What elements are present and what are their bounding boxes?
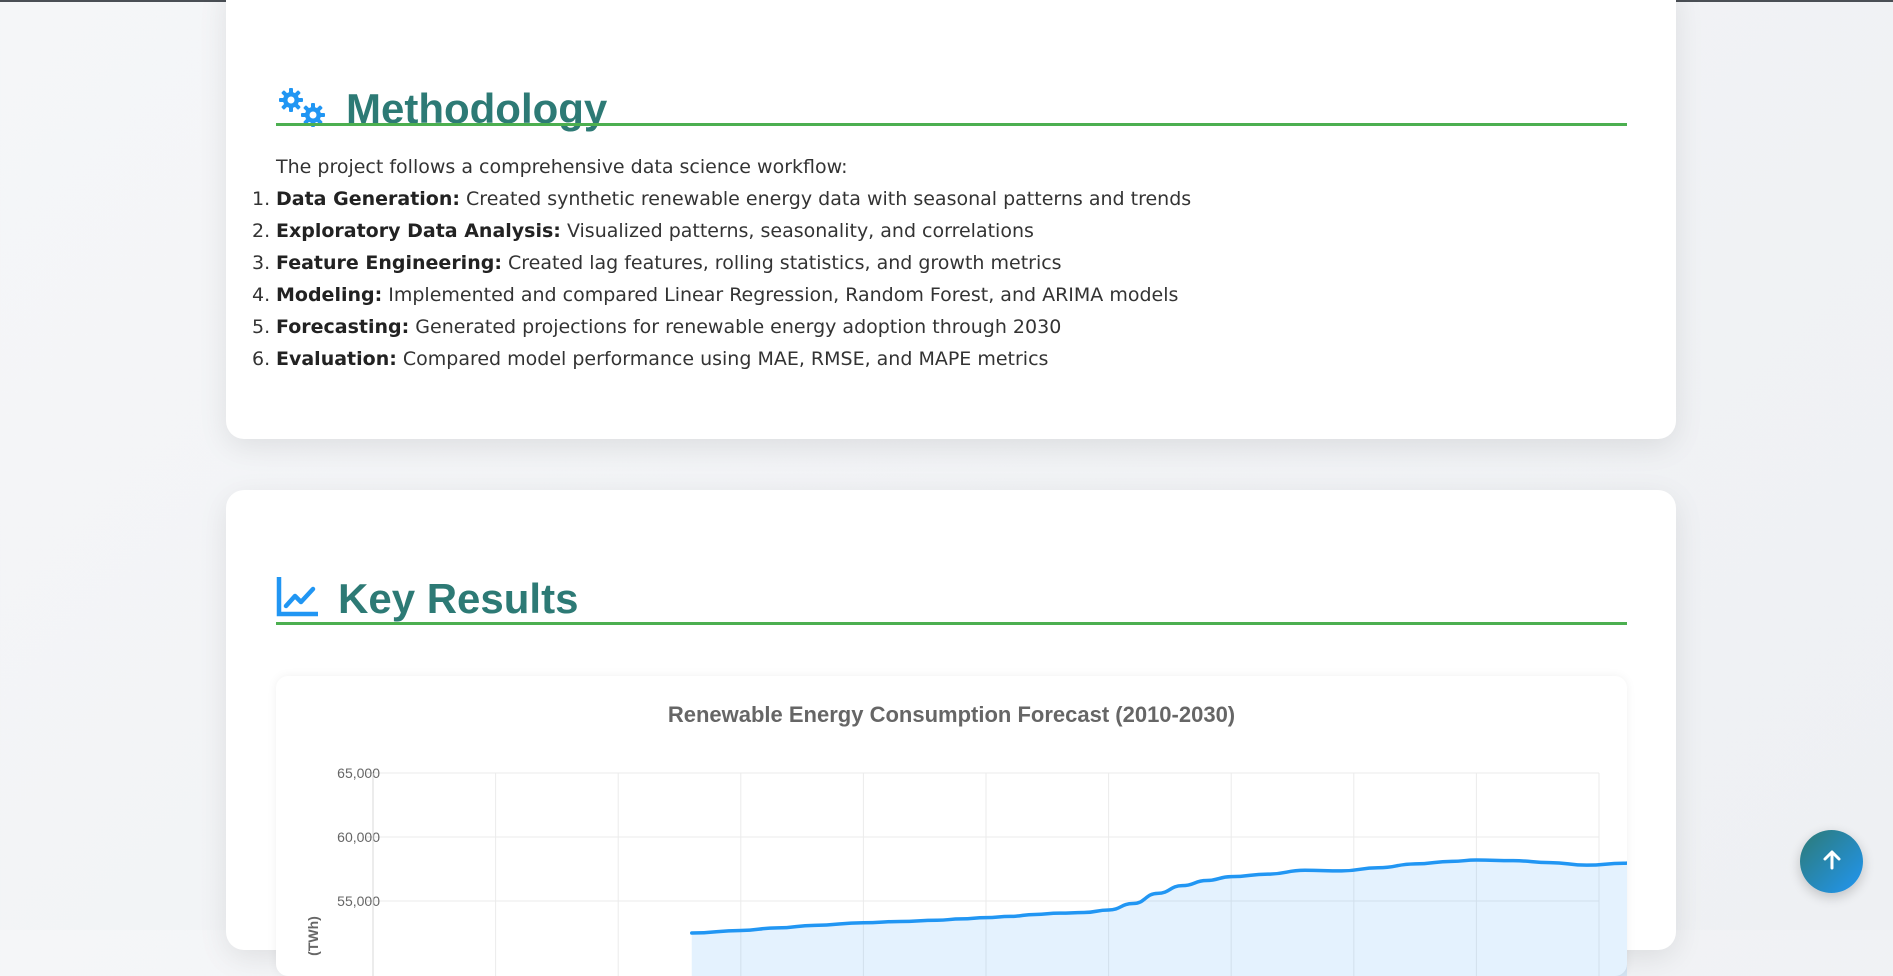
step-label: Modeling: (276, 284, 383, 306)
step-number: 4. (252, 284, 271, 306)
y-tick-label: 65,000 (337, 765, 380, 781)
step-text: Generated projections for renewable ener… (415, 316, 1062, 338)
step-label: Forecasting: (276, 316, 410, 338)
y-tick-label: 55,000 (337, 893, 380, 909)
step-number: 1. (252, 188, 271, 210)
methodology-steps-list: 1. Data Generation: Created synthetic ren… (252, 183, 1192, 375)
forecast-chart: 55,000 60,000 65,000 (TWh) (305, 765, 1627, 976)
step-text: Created synthetic renewable energy data … (466, 188, 1192, 210)
methodology-step: 4. Modeling: Implemented and compared Lin… (252, 279, 1191, 311)
step-text: Visualized patterns, seasonality, and co… (566, 220, 1034, 242)
step-text: Created lag features, rolling statistics… (507, 252, 1062, 274)
methodology-step: 6. Evaluation: Compared model performance… (252, 343, 1191, 375)
step-number: 6. (252, 348, 271, 370)
step-number: 5. (252, 316, 271, 338)
key-results-section: Key Results Renewable Energy Consumption… (226, 490, 1676, 976)
methodology-step: 1. Data Generation: Created synthetic ren… (252, 183, 1192, 215)
forecast-chart-card: Renewable Energy Consumption Forecast (2… (276, 676, 1627, 976)
step-number: 3. (252, 252, 271, 274)
methodology-section: Methodology The project follows a compre… (226, 0, 1676, 439)
methodology-step: 5. Forecasting: Generated projections for… (252, 311, 1191, 343)
methodology-step: 2. Exploratory Data Analysis: Visualized … (252, 215, 1191, 247)
y-tick-label: 60,000 (337, 829, 380, 845)
step-label: Exploratory Data Analysis: (276, 220, 561, 242)
step-text: Implemented and compared Linear Regressi… (388, 284, 1179, 306)
arrow-up-icon (1821, 849, 1843, 875)
key-results-title: Key Results (338, 574, 579, 622)
key-results-divider (276, 622, 1627, 625)
methodology-intro: The project follows a comprehensive data… (276, 156, 848, 178)
step-text: Compared model performance using MAE, RM… (402, 348, 1049, 370)
methodology-header: Methodology (276, 53, 607, 165)
line-chart-icon (276, 576, 319, 621)
key-results-header: Key Results (276, 543, 578, 655)
step-label: Data Generation: (276, 188, 460, 210)
series-area-fill (691, 860, 1627, 976)
step-number: 2. (252, 220, 271, 242)
step-label: Feature Engineering: (276, 252, 502, 274)
y-axis-title: (TWh) (305, 916, 321, 956)
step-label: Evaluation: (276, 348, 397, 370)
scroll-to-top-button[interactable] (1800, 830, 1863, 893)
methodology-step: 3. Feature Engineering: Created lag featu… (252, 247, 1191, 279)
methodology-divider (276, 123, 1627, 126)
